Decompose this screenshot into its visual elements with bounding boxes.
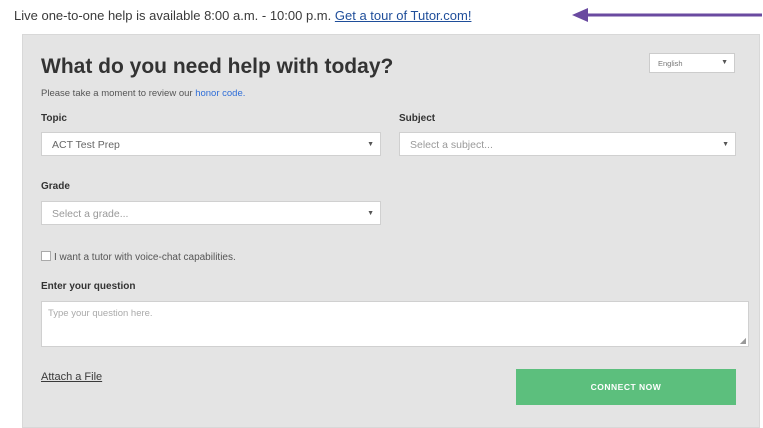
grade-label: Grade (41, 181, 70, 192)
page-title: What do you need help with today? (41, 55, 394, 78)
language-select[interactable]: English ▼ (649, 53, 735, 73)
honor-prefix: Please take a moment to review our (41, 88, 193, 99)
topic-label: Topic (41, 113, 67, 124)
voice-chat-label: I want a tutor with voice-chat capabilit… (54, 252, 236, 263)
subject-placeholder: Select a subject... (410, 139, 493, 151)
chevron-down-icon: ▼ (722, 141, 729, 148)
grade-placeholder: Select a grade... (52, 208, 129, 220)
resize-grip-icon[interactable]: ◢ (740, 336, 746, 345)
question-label: Enter your question (41, 281, 136, 292)
subject-label: Subject (399, 113, 436, 124)
subject-select[interactable]: Select a subject... ▼ (399, 132, 736, 156)
topic-value: ACT Test Prep (52, 139, 120, 151)
honor-code-link[interactable]: honor code. (195, 88, 245, 99)
arrow-left-icon (572, 8, 762, 22)
grade-select[interactable]: Select a grade... ▼ (41, 201, 381, 225)
tour-link[interactable]: Get a tour of Tutor.com! (335, 8, 472, 23)
chevron-down-icon: ▼ (721, 59, 728, 66)
chevron-down-icon: ▼ (367, 141, 374, 148)
honor-code-note: Please take a moment to review our honor… (41, 88, 245, 99)
voice-chat-checkbox[interactable] (41, 251, 51, 261)
topic-select[interactable]: ACT Test Prep ▼ (41, 132, 381, 156)
chevron-down-icon: ▼ (367, 210, 374, 217)
help-request-panel: What do you need help with today? Please… (22, 34, 760, 428)
availability-line: Live one-to-one help is available 8:00 a… (14, 8, 471, 23)
question-placeholder: Type your question here. (48, 308, 153, 319)
voice-chat-option[interactable]: I want a tutor with voice-chat capabilit… (41, 251, 236, 263)
language-value: English (658, 59, 683, 68)
availability-text: Live one-to-one help is available 8:00 a… (14, 8, 332, 23)
question-textarea[interactable]: Type your question here. ◢ (41, 301, 749, 347)
connect-now-button[interactable]: CONNECT NOW (516, 369, 736, 405)
attach-file-link[interactable]: Attach a File (41, 371, 102, 383)
